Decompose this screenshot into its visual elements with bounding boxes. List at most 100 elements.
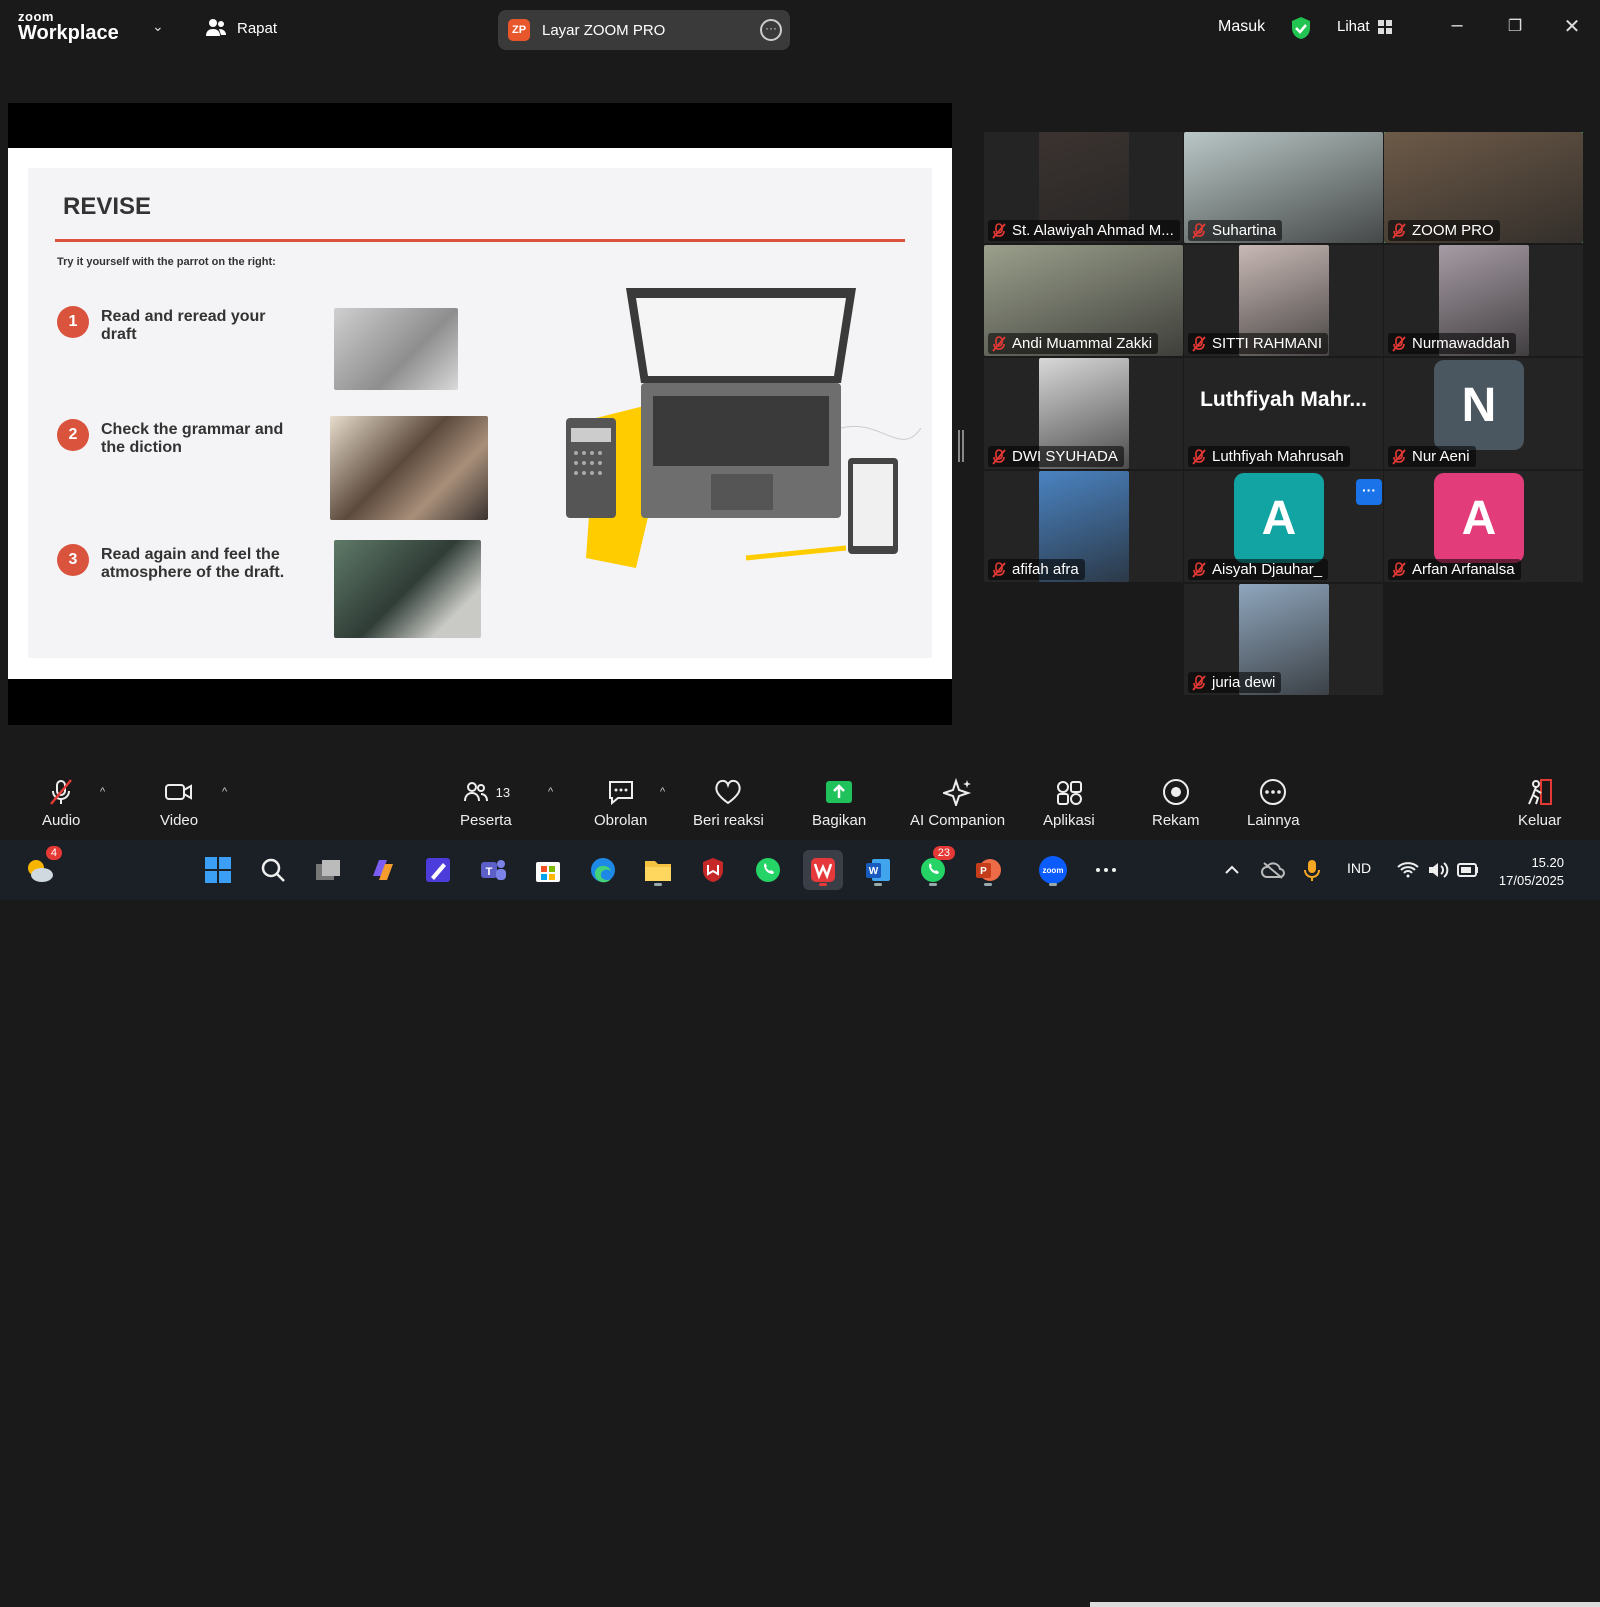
view-title-pill[interactable]: ZP Layar ZOOM PRO ··· (498, 10, 790, 50)
onedrive-tray[interactable] (1253, 850, 1293, 890)
audio-button[interactable]: Audio (42, 778, 80, 829)
participant-name: Nur Aeni (1412, 448, 1470, 465)
video-options-caret-icon[interactable]: ^ (222, 786, 227, 798)
svg-text:P: P (980, 866, 987, 877)
participant-name-label: DWI SYUHADA (988, 446, 1124, 467)
mcafee-button[interactable] (693, 850, 733, 890)
participant-name-label: Arfan Arfanalsa (1388, 559, 1521, 580)
participants-count: 13 (495, 784, 511, 800)
participants-icon (463, 782, 488, 802)
participant-avatar: A (1434, 473, 1524, 563)
participant-tile[interactable]: A Aisyah Djauhar_ (1184, 471, 1383, 582)
store-button[interactable] (528, 850, 568, 890)
participant-tile[interactable]: N Nur Aeni (1384, 358, 1583, 469)
participant-tile[interactable]: St. Alawiyah Ahmad M... (984, 132, 1183, 243)
participant-tile[interactable]: SITTI RAHMANI (1184, 245, 1383, 356)
record-button[interactable]: Rekam (1152, 778, 1200, 829)
search-button[interactable] (253, 850, 293, 890)
share-button[interactable]: Bagikan (812, 778, 866, 829)
chevron-down-icon[interactable]: ⌄ (152, 18, 164, 35)
leave-label: Keluar (1518, 812, 1562, 829)
system-clock[interactable]: 15.20 17/05/2025 (1499, 854, 1564, 890)
tray-expand-button[interactable] (1212, 850, 1252, 890)
more-options-icon[interactable]: ··· (760, 19, 782, 41)
battery-tray[interactable] (1448, 850, 1488, 890)
react-button[interactable]: Beri reaksi (693, 778, 764, 829)
whatsapp-web-button[interactable] (748, 850, 788, 890)
language-indicator[interactable]: IND (1347, 860, 1371, 876)
whatsapp-icon (756, 858, 780, 882)
windows-taskbar: 4 T W 23 P zoom IND 15.20 17/05/2025 (0, 840, 1600, 900)
chat-options-caret-icon[interactable]: ^ (660, 786, 665, 798)
restore-icon[interactable]: ❐ (1500, 16, 1530, 36)
participant-tile[interactable]: Luthfiyah Mahr... Luthfiyah Mahrusah (1184, 358, 1383, 469)
powerpoint-button[interactable]: P (968, 850, 1008, 890)
mic-muted-icon (1392, 561, 1406, 578)
copilot-button[interactable] (363, 850, 403, 890)
shield-icon[interactable] (1290, 16, 1312, 40)
wps-button[interactable] (803, 850, 843, 890)
leave-button[interactable]: Keluar (1518, 778, 1561, 829)
meeting-menu[interactable]: Rapat (205, 18, 277, 38)
running-indicator (1049, 883, 1057, 886)
video-label: Video (160, 812, 199, 829)
participant-name-label: afifah afra (988, 559, 1085, 580)
heart-icon (715, 779, 742, 805)
participant-name: St. Alawiyah Ahmad M... (1012, 222, 1174, 239)
mic-muted-icon (992, 335, 1006, 352)
participant-tile[interactable]: DWI SYUHADA (984, 358, 1183, 469)
whatsapp-button[interactable]: 23 (913, 846, 955, 890)
sign-in-button[interactable]: Masuk (1218, 18, 1265, 36)
participant-name-label: juria dewi (1188, 672, 1282, 693)
folder-icon (645, 861, 671, 881)
participants-options-caret-icon[interactable]: ^ (548, 786, 553, 798)
edge-button[interactable] (583, 850, 623, 890)
audio-options-caret-icon[interactable]: ^ (100, 786, 105, 798)
close-icon[interactable]: ✕ (1557, 14, 1587, 39)
start-button[interactable] (198, 850, 238, 890)
mic-muted-icon (1392, 222, 1406, 239)
overflow-button[interactable] (1086, 850, 1126, 890)
video-button[interactable]: Video (160, 778, 198, 829)
panel-resize-handle[interactable] (958, 430, 964, 462)
file-explorer-button[interactable] (638, 850, 678, 890)
leave-icon (1527, 779, 1552, 805)
mic-tray[interactable] (1292, 850, 1332, 890)
participants-button[interactable]: 13 Peserta (460, 778, 512, 829)
more-button[interactable]: Lainnya (1247, 778, 1300, 829)
participant-tile[interactable]: Suhartina (1184, 132, 1383, 243)
participant-avatar: N (1434, 360, 1524, 450)
slide-title: REVISE (63, 193, 152, 220)
weather-widget[interactable]: 4 (20, 846, 62, 890)
toolbar-scrollbar[interactable] (1090, 1602, 1600, 1607)
participant-tile[interactable]: Nurmawaddah (1384, 245, 1583, 356)
search-icon (261, 858, 285, 882)
photo-father-daughter (330, 416, 488, 520)
participant-tile[interactable]: juria dewi (1184, 584, 1383, 695)
teams-button[interactable]: T (473, 850, 513, 890)
pen-app-button[interactable] (418, 850, 458, 890)
mic-muted-icon (1192, 448, 1206, 465)
participant-tile[interactable]: afifah afra (984, 471, 1183, 582)
running-indicator (929, 883, 937, 886)
mic-muted-icon (992, 561, 1006, 578)
participant-name: Aisyah Djauhar_ (1212, 561, 1323, 578)
word-button[interactable]: W (858, 850, 898, 890)
participant-name-label: ZOOM PRO (1388, 220, 1500, 241)
task-view-button[interactable] (308, 850, 348, 890)
apps-button[interactable]: Aplikasi (1043, 778, 1095, 829)
participant-tile[interactable]: ZOOM PRO (1384, 132, 1583, 243)
minimize-icon[interactable]: – (1442, 14, 1472, 37)
view-button[interactable]: Lihat (1337, 18, 1392, 35)
weather-badge: 4 (45, 846, 62, 860)
tile-more-options-button[interactable]: ··· (1356, 479, 1382, 505)
participant-tile[interactable]: Andi Muammal Zakki (984, 245, 1183, 356)
participant-tile[interactable]: A Arfan Arfanalsa (1384, 471, 1583, 582)
ai-companion-button[interactable]: AI Companion (910, 778, 1005, 829)
participant-name: Luthfiyah Mahrusah (1212, 448, 1344, 465)
chat-button[interactable]: Obrolan (594, 778, 647, 829)
zoom-icon: zoom (1039, 856, 1067, 884)
running-indicator (654, 883, 662, 886)
step-number: 2 (57, 419, 89, 451)
zoom-button[interactable]: zoom (1033, 850, 1073, 890)
